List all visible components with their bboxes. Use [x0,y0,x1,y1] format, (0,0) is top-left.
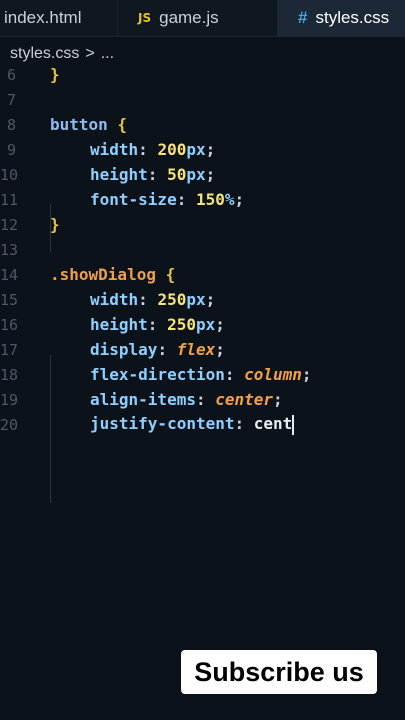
breadcrumb-symbols[interactable]: ... [101,45,114,63]
css-keyword: flex [176,340,216,359]
css-property: height [90,315,148,334]
line-number: 14 [0,265,19,284]
css-unit: px [186,290,206,309]
css-property: height [90,165,148,184]
code-line: 14 .showDialog { [0,262,405,287]
tab-label: game.js [159,8,219,27]
css-selector: button [50,115,108,134]
opening-brace: { [107,115,128,134]
css-property: align-items [90,390,196,409]
code-line: 7 [0,87,405,112]
tab-label: index.html [4,8,82,27]
text-cursor [292,414,295,435]
css-property: font-size [90,190,177,209]
subscribe-banner[interactable]: Subscribe us [181,650,377,694]
css-unit: px [195,315,216,334]
line-number: 9 [6,140,16,159]
css-property: width [90,140,139,159]
css-number: 250 [157,290,187,309]
line-number: 13 [0,240,19,259]
line-number: 6 [6,65,16,84]
opening-brace: { [155,265,176,284]
closing-brace: } [50,215,60,234]
css-keyword: center [215,390,274,409]
line-number: 18 [0,365,19,384]
code-line: 12 } [0,212,405,237]
chevron-right-icon: > [85,45,95,62]
css-number: 50 [167,165,187,184]
line-number: 7 [6,90,16,109]
css-property: display [90,340,158,359]
css-file-icon: # [298,8,308,27]
code-line: 10 height: 50px; [0,165,216,184]
line-number: 8 [6,115,16,134]
css-number: 200 [157,140,187,159]
css-property: flex-direction [90,365,225,384]
css-unit: % [224,190,235,209]
css-value-typing: cent [253,414,293,434]
javascript-file-icon: JS [138,11,152,25]
editor-tab-bar: index.html JS game.js # styles.css [0,0,405,37]
css-class-selector: .showDialog [50,265,156,284]
css-number: 150 [195,190,225,209]
css-unit: px [186,140,206,159]
line-number: 15 [0,290,19,309]
tab-index-html[interactable]: index.html [0,0,118,36]
breadcrumb-file[interactable]: styles.css [10,45,79,63]
code-line: 11 font-size: 150%; [0,190,245,209]
code-line: 8 button { [0,112,405,137]
line-number: 10 [0,165,19,184]
tab-styles-css[interactable]: # styles.css [278,0,405,36]
code-line: 13 [0,237,405,262]
code-line: 20 justify-content: cent [0,414,295,435]
code-line: 16 height: 250px; [0,315,225,334]
line-number: 17 [0,340,19,359]
line-number: 20 [0,415,19,434]
line-number: 12 [0,215,19,234]
css-keyword: column [244,365,302,384]
tab-game-js[interactable]: JS game.js [118,0,278,36]
code-line: 15 width: 250px; [0,290,216,309]
code-line: 18 flex-direction: column; [0,365,312,384]
line-number: 11 [0,190,19,209]
css-property: justify-content [90,414,235,434]
closing-brace: } [50,65,60,84]
code-line: 9 width: 200px; [0,137,405,162]
tab-label: styles.css [315,8,390,27]
code-line: 6 } [0,62,405,87]
code-line: 19 align-items: center; [0,390,283,409]
css-property: width [90,290,139,309]
code-line: 17 display: flex; [0,340,225,359]
css-unit: px [186,165,206,184]
line-number: 16 [0,315,19,334]
css-number: 250 [167,315,196,334]
line-number: 19 [0,390,19,409]
